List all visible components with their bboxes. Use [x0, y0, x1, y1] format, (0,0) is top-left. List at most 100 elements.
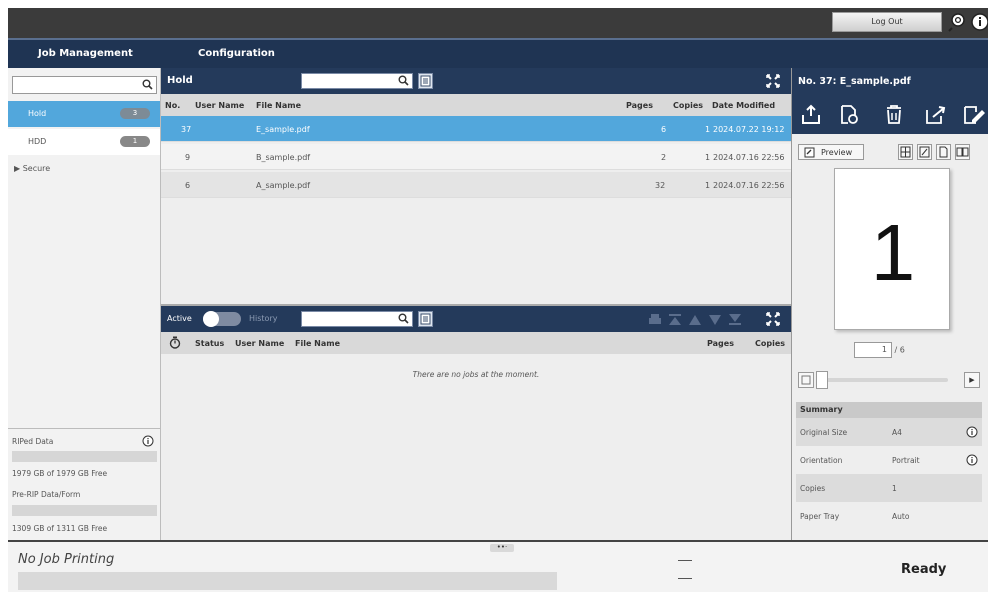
column-pages[interactable]: Pages [626, 101, 653, 110]
column-no[interactable]: No. [165, 101, 180, 110]
filter-list-icon[interactable] [418, 311, 433, 327]
table-row[interactable]: 6 A_sample.pdf 32 1 2024.07.16 22:56 [161, 172, 791, 198]
edit-icon[interactable] [962, 104, 986, 129]
summary-value: Auto [892, 512, 910, 521]
printing-status: No Job Printing [18, 552, 115, 567]
column-file-name[interactable]: File Name [295, 339, 340, 348]
table-row[interactable]: 37 E_sample.pdf 6 1 2024.07.22 19:12 [161, 116, 791, 142]
move-to-bottom-icon[interactable] [728, 313, 742, 329]
active-table-header: Status User Name File Name Pages Copies [161, 332, 791, 354]
column-file-name[interactable]: File Name [256, 101, 301, 110]
storage-label-prerip: Pre-RIP Data/Form [12, 490, 81, 499]
row-pages: 2 [661, 153, 667, 162]
detail-header: No. 37: E_sample.pdf [792, 68, 988, 94]
column-status[interactable]: Status [195, 339, 224, 348]
storage-panel: RIPed Data 1979 GB of 1979 GB Free Pre-R… [8, 428, 160, 540]
row-no: 9 [185, 153, 191, 162]
search-icon[interactable] [398, 75, 409, 89]
folder-label: Secure [22, 164, 51, 173]
print-priority-icon[interactable] [648, 313, 662, 329]
row-copies: 1 [705, 153, 711, 162]
expand-icon[interactable] [766, 74, 780, 91]
menu-job-management[interactable]: Job Management [38, 48, 133, 59]
timer-icon[interactable] [169, 336, 181, 351]
folder-label: Hold [28, 109, 47, 118]
menu-configuration[interactable]: Configuration [198, 48, 275, 59]
move-job-icon[interactable] [924, 104, 948, 129]
page-slider-thumb[interactable] [816, 371, 828, 389]
page-slider-track[interactable] [820, 378, 948, 382]
summary-key: Orientation [800, 456, 843, 465]
menu-bar: Job Management Configuration [8, 38, 988, 68]
folder-item-secure[interactable]: ▶ Secure [8, 158, 160, 178]
next-page-button[interactable]: ▶ [964, 372, 980, 388]
summary-key: Copies [800, 484, 826, 493]
row-file-name: B_sample.pdf [256, 153, 311, 162]
preview-icon [804, 147, 815, 160]
folder-sidebar: Hold 3 HDD 1 ▶ Secure RIPed Data 1979 GB… [8, 68, 161, 540]
folder-item-hdd[interactable]: HDD 1 [8, 129, 160, 155]
edit-page-icon[interactable] [917, 144, 932, 160]
row-pages: 32 [655, 181, 666, 190]
info-icon[interactable] [966, 454, 978, 468]
storage-free-riped: 1979 GB of 1979 GB Free [12, 469, 108, 478]
column-pages[interactable]: Pages [707, 339, 734, 348]
column-user-name[interactable]: User Name [195, 101, 244, 110]
table-row[interactable]: 9 B_sample.pdf 2 1 2024.07.16 22:56 [161, 144, 791, 170]
page-navigator: 1 / 6 [854, 342, 905, 358]
move-up-icon[interactable] [688, 313, 702, 329]
column-user-name[interactable]: User Name [235, 339, 284, 348]
expand-icon[interactable] [766, 312, 780, 329]
toggle-knob [203, 311, 219, 327]
move-to-top-icon[interactable] [668, 313, 682, 329]
info-icon[interactable] [142, 435, 154, 449]
status-bar: ••· No Job Printing Ready [8, 540, 988, 592]
search-icon[interactable] [398, 313, 409, 327]
row-date: 2024.07.16 22:56 [713, 153, 785, 162]
row-file-name: E_sample.pdf [256, 125, 310, 134]
row-no: 37 [181, 125, 192, 134]
column-copies[interactable]: Copies [673, 101, 703, 110]
delete-icon[interactable] [884, 104, 904, 129]
hold-job-panel: Hold No. User Name File Name Pages Copie… [161, 68, 791, 304]
logout-button[interactable]: Log Out [832, 12, 942, 32]
preview-page-number: 1 [870, 208, 916, 297]
summary-row: Paper Tray Auto [796, 502, 982, 530]
storage-label-riped: RIPed Data [12, 437, 54, 446]
active-history-toggle[interactable] [203, 311, 241, 327]
info-icon[interactable] [966, 426, 978, 440]
print-settings-icon[interactable] [838, 104, 860, 129]
page-view-icon[interactable] [936, 144, 951, 160]
page-number-input[interactable]: 1 [854, 342, 892, 358]
print-icon[interactable] [800, 104, 822, 129]
job-detail-panel: No. 37: E_sample.pdf Preview 1 1 / 6 ▶ S… [791, 68, 988, 540]
hold-search-input[interactable] [301, 73, 413, 89]
top-bar: Log Out [0, 0, 988, 38]
thumbnail-view-icon[interactable] [898, 144, 913, 160]
info-icon[interactable] [970, 12, 988, 32]
resize-grip[interactable]: ••· [490, 544, 514, 552]
move-down-icon[interactable] [708, 313, 722, 329]
folder-item-hold[interactable]: Hold 3 [8, 101, 160, 127]
summary-key: Paper Tray [800, 512, 840, 521]
storage-usage-bar [12, 505, 157, 516]
page-preview[interactable]: 1 [834, 168, 950, 330]
spread-view-icon[interactable] [955, 144, 970, 160]
row-no: 6 [185, 181, 191, 190]
active-search-input[interactable] [301, 311, 413, 327]
summary-key: Original Size [800, 428, 848, 437]
help-icon[interactable] [947, 12, 967, 32]
filter-list-icon[interactable] [418, 73, 433, 89]
folder-search-input[interactable] [12, 76, 157, 94]
folder-label: HDD [28, 137, 47, 146]
previous-page-button[interactable] [798, 372, 814, 388]
summary-row: Copies 1 [796, 474, 982, 502]
column-date-modified[interactable]: Date Modified [712, 101, 775, 110]
detail-title: No. 37: E_sample.pdf [798, 76, 911, 87]
storage-usage-bar [12, 451, 157, 462]
preview-button[interactable]: Preview [798, 144, 864, 160]
summary-value: 1 [892, 484, 897, 493]
expand-arrow-icon[interactable]: ▶ [14, 164, 20, 173]
search-icon[interactable] [142, 79, 153, 93]
column-copies[interactable]: Copies [755, 339, 785, 348]
